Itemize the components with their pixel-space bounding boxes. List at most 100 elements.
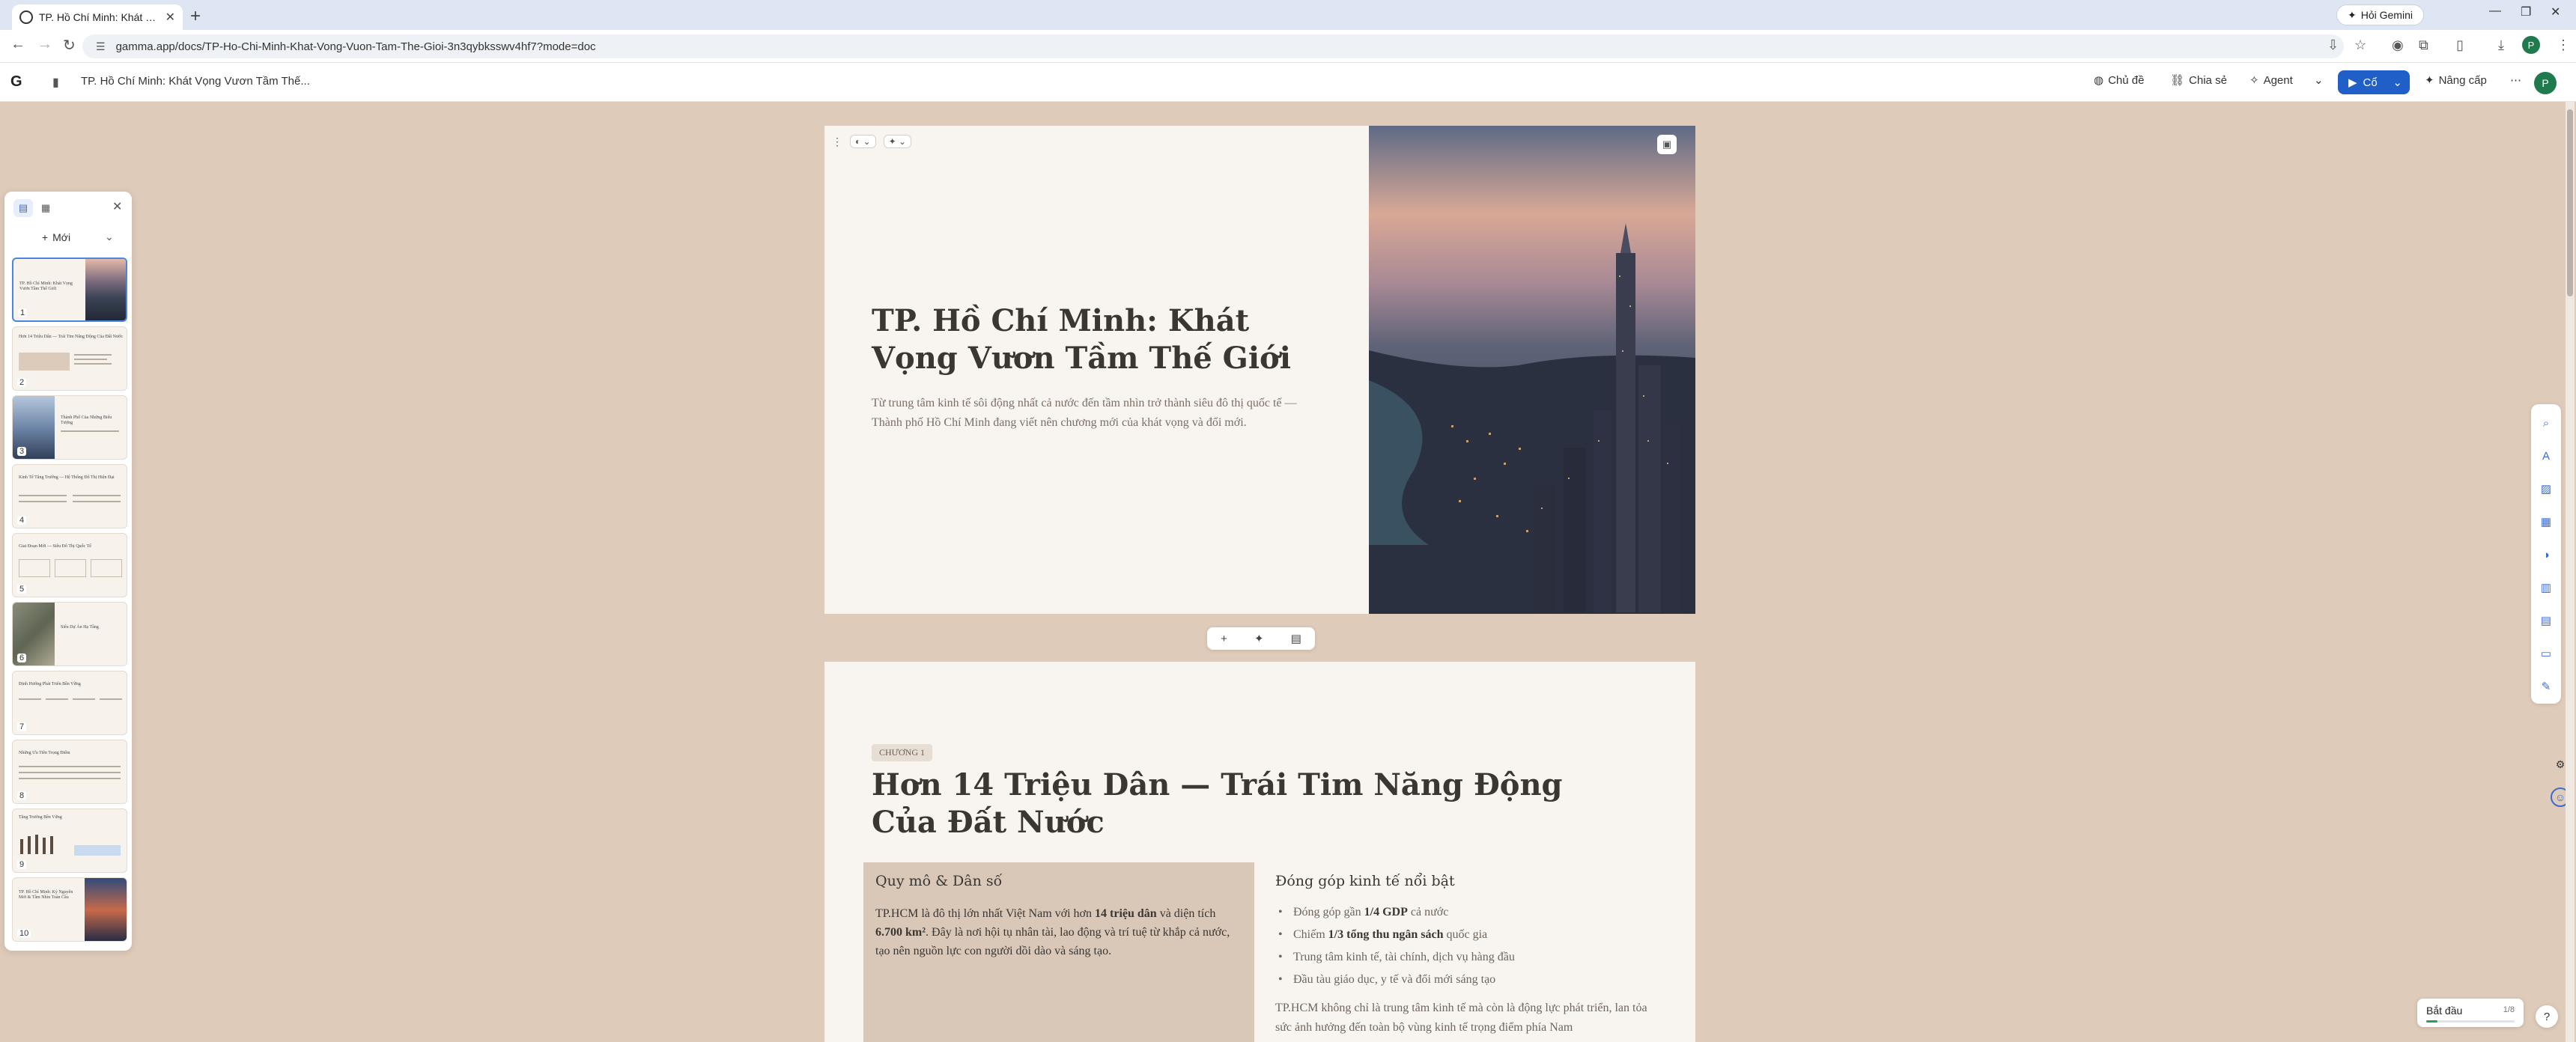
- thumb-title: Thành Phố Của Những Biểu Tượng: [61, 415, 112, 425]
- thumb-number: 9: [17, 860, 27, 869]
- panel-close-icon[interactable]: ✕: [112, 199, 122, 214]
- slide-thumbnail-8[interactable]: Những Ưu Tiên Trọng Điểm 8: [12, 740, 127, 804]
- document-icon: ▮: [52, 76, 59, 89]
- hcmc-skyline-image[interactable]: [1369, 126, 1695, 614]
- thumb-line: [74, 363, 112, 365]
- browser-profile-avatar[interactable]: P: [2522, 36, 2540, 54]
- slide-thumbnail-2[interactable]: Hơn 14 Triệu Dân — Trái Tim Năng Động Củ…: [12, 326, 127, 391]
- download-icon[interactable]: ⤓: [2498, 37, 2504, 53]
- table-icon[interactable]: ▤: [2539, 614, 2553, 627]
- economic-paragraph: TP.HCM không chỉ là trung tâm kinh tế mà…: [1275, 1002, 1647, 1034]
- present-dropdown-chevron-icon[interactable]: ⌄: [2393, 76, 2402, 89]
- thumb-line: [19, 772, 121, 773]
- slide-thumbnail-3[interactable]: Thành Phố Của Những Biểu Tượng 3: [12, 395, 127, 460]
- minimize-icon[interactable]: —: [2489, 4, 2501, 18]
- slide-thumbnail-9[interactable]: Tăng Trưởng Bền Vững 9: [12, 808, 127, 873]
- agent-button[interactable]: ✧ Agent: [2250, 73, 2293, 88]
- image-icon[interactable]: ▨: [2539, 482, 2553, 496]
- gamma-logo-icon[interactable]: G: [10, 73, 22, 91]
- scrollbar-thumb[interactable]: [2567, 109, 2573, 296]
- slide-thumbnail-1[interactable]: TP. Hồ Chí Minh: Khát Vọng Vươn Tầm Thế …: [12, 258, 127, 322]
- thumb-number: 6: [17, 653, 27, 662]
- extensions-icon[interactable]: ⧉: [2419, 37, 2428, 53]
- insert-card-toolbar: + ✦ ▤: [1207, 627, 1315, 650]
- play-icon: ▶: [2348, 76, 2357, 89]
- present-button[interactable]: ▶ Cổ ⌄: [2338, 70, 2410, 94]
- thumb-bar: [20, 839, 23, 854]
- image-options-icon[interactable]: ▣: [1657, 135, 1677, 154]
- ai-edit-dropdown[interactable]: ✦ ⌄: [883, 135, 912, 148]
- card-style-dropdown[interactable]: ◐ ⌄: [850, 135, 876, 148]
- reload-icon[interactable]: ↻: [63, 36, 76, 55]
- card2-title[interactable]: Hơn 14 Triệu Dân — Trái Tim Năng Động Củ…: [872, 767, 1635, 841]
- share-label: Chia sẻ: [2189, 73, 2227, 87]
- thumb-number: 3: [17, 447, 27, 456]
- draw-pen-icon[interactable]: ✎: [2539, 680, 2553, 693]
- slide-thumbnail-6[interactable]: Siêu Dự Án Hạ Tầng 6: [12, 602, 127, 666]
- window-close-icon[interactable]: ✕: [2551, 4, 2560, 19]
- add-card-plus-icon[interactable]: +: [1221, 633, 1227, 645]
- card-layout-block-icon[interactable]: ▭: [2539, 647, 2553, 660]
- getting-started-checklist[interactable]: Bắt đầu 1/8: [2417, 999, 2524, 1027]
- thumb-bar: [28, 836, 31, 854]
- new-slide-button[interactable]: + Mới: [15, 226, 97, 249]
- thumb-line: [19, 766, 121, 767]
- slide-thumbnail-7[interactable]: Định Hướng Phát Triển Bền Vững 7: [12, 671, 127, 735]
- card1-subtitle[interactable]: Từ trung tâm kinh tế sôi động nhất cả nư…: [872, 394, 1321, 433]
- plus-icon: +: [41, 231, 49, 243]
- app-header: G ▮ TP. Hồ Chí Minh: Khát Vọng Vươn Tầm …: [0, 63, 2576, 102]
- agent-dropdown-chevron-icon[interactable]: ⌄: [2314, 73, 2324, 87]
- install-app-icon[interactable]: ⇩: [2327, 37, 2339, 53]
- bookmark-star-icon[interactable]: ☆: [2354, 37, 2366, 53]
- grid-view-icon[interactable]: ▦: [36, 199, 55, 217]
- slide-thumbnail-10[interactable]: TP. Hồ Chí Minh: Kỷ Nguyên Mới & Tầm Nhì…: [12, 877, 127, 942]
- ai-generate-icon[interactable]: ✦: [1254, 632, 1264, 645]
- slide-thumbnail-4[interactable]: Kinh Tế Tăng Trưởng — Hệ Thống Đô Thị Hi…: [12, 464, 127, 528]
- card-chapter-1[interactable]: CHƯƠNG 1 Hơn 14 Triệu Dân — Trái Tim Năn…: [824, 662, 1695, 1042]
- upgrade-sparkle-icon: ✦: [2425, 74, 2434, 87]
- site-settings-icon[interactable]: ☰: [96, 40, 106, 53]
- slide-thumbnail-5[interactable]: Giai Đoạn Mới — Siêu Đô Thị Quốc Tế 5: [12, 533, 127, 597]
- thumb-number: 10: [17, 929, 31, 938]
- user-avatar[interactable]: P: [2534, 72, 2557, 94]
- gemini-sparkle-icon: ✦: [2348, 8, 2357, 21]
- economic-contribution-column[interactable]: Đóng góp kinh tế nổi bật Đóng góp gần 1/…: [1275, 862, 1665, 1038]
- thumb-title: TP. Hồ Chí Minh: Khát Vọng Vươn Tầm Thế …: [19, 281, 73, 291]
- page-scrollbar[interactable]: [2566, 102, 2575, 1042]
- new-slide-dropdown-chevron-icon[interactable]: ⌄: [105, 231, 114, 243]
- drag-handle-icon[interactable]: ⋮: [832, 135, 842, 148]
- chart-icon[interactable]: ▥: [2539, 581, 2553, 594]
- new-tab-plus-icon[interactable]: +: [190, 6, 201, 27]
- population-box[interactable]: Quy mô & Dân số TP.HCM là đô thị lớn nhấ…: [863, 862, 1254, 1042]
- card-layout-icon[interactable]: ▤: [1291, 632, 1301, 645]
- toggle-icon[interactable]: ◑: [2539, 548, 2553, 561]
- forward-arrow-icon[interactable]: →: [37, 36, 52, 53]
- ask-gemini-button[interactable]: ✦ Hỏi Gemini: [2336, 4, 2424, 25]
- theme-button[interactable]: ◍ Chủ đề: [2094, 73, 2144, 88]
- browser-tab[interactable]: TP. Hồ Chí Minh: Khát Vọng Vươn Tầm Thế …: [12, 4, 183, 30]
- search-icon[interactable]: ⌕: [2539, 416, 2553, 430]
- list-view-icon[interactable]: ▤: [13, 199, 33, 217]
- upgrade-button[interactable]: ✦ Nâng cấp: [2425, 73, 2487, 88]
- close-tab-icon[interactable]: ✕: [165, 10, 175, 25]
- doc-title[interactable]: TP. Hồ Chí Minh: Khát Vọng Vươn Tầm Thế.…: [81, 75, 310, 88]
- sidebar-toggle-icon[interactable]: ▯: [2456, 37, 2464, 53]
- start-label: Bắt đầu: [2426, 1005, 2463, 1017]
- help-question-icon[interactable]: ?: [2536, 1005, 2558, 1028]
- restore-icon[interactable]: ❐: [2521, 4, 2531, 19]
- card-title-slide[interactable]: ⋮ ◐ ⌄ ✦ ⌄ TP. Hồ Chí Minh: Khát Vọng Vươ…: [824, 126, 1695, 614]
- share-button[interactable]: ⛓ Chia sẻ: [2170, 73, 2227, 88]
- browser-menu-icon[interactable]: ⋮: [2557, 37, 2570, 53]
- address-bar-row: ← → ↻ ☰ gamma.app/docs/TP-Ho-Chi-Minh-Kh…: [0, 30, 2576, 63]
- card1-title[interactable]: TP. Hồ Chí Minh: Khát Vọng Vươn Tầm Thế …: [872, 302, 1321, 377]
- url-field[interactable]: ☰ gamma.app/docs/TP-Ho-Chi-Minh-Khat-Von…: [82, 34, 2344, 58]
- thumb-number: 1: [18, 308, 28, 317]
- economic-bullet-list: Đóng góp gần 1/4 GDP cả nước Chiếm 1/3 t…: [1275, 901, 1665, 991]
- back-arrow-icon[interactable]: ←: [10, 36, 25, 53]
- thumb-line: [73, 698, 95, 700]
- thumb-title: TP. Hồ Chí Minh: Kỷ Nguyên Mới & Tầm Nhì…: [19, 890, 73, 900]
- apps-grid-icon[interactable]: ▦: [2539, 515, 2553, 528]
- more-options-icon[interactable]: ⋯: [2510, 73, 2521, 87]
- text-format-icon[interactable]: A: [2539, 449, 2553, 463]
- camera-icon[interactable]: ◉: [2392, 37, 2404, 53]
